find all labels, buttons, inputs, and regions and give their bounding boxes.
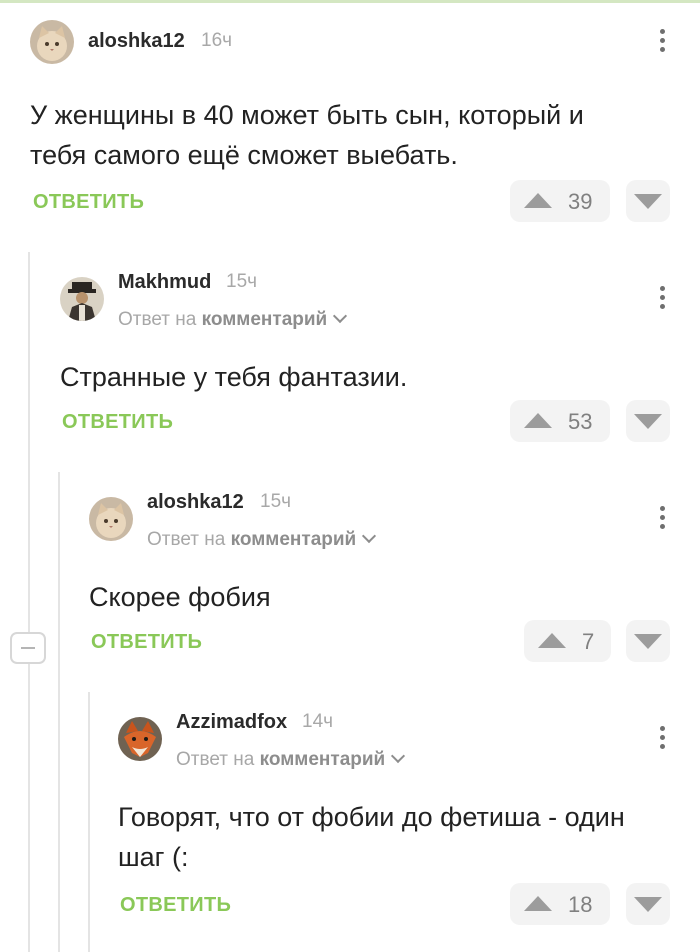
upvote-icon [538, 633, 566, 648]
downvote-icon [634, 634, 662, 649]
reply-to-line: Ответ на комментарий [147, 528, 377, 551]
chevron-down-icon[interactable] [362, 528, 377, 544]
collapse-thread-icon[interactable] [10, 632, 46, 664]
cat-avatar[interactable] [89, 497, 133, 541]
upvote-icon [524, 896, 552, 911]
comment-text: Скорее фобия [89, 577, 271, 617]
author-name[interactable]: aloshka12 [147, 491, 244, 514]
upvote-button[interactable]: 53 [510, 400, 610, 442]
fox-avatar[interactable] [118, 717, 162, 761]
downvote-button[interactable] [626, 620, 670, 662]
comment-time: 15ч [226, 271, 258, 292]
author-name[interactable]: Azzimadfox [176, 711, 287, 734]
downvote-button[interactable] [626, 883, 670, 925]
comment: aloshka12 15ч Ответ на комментарий Скоре… [89, 485, 670, 685]
top-accent-bar [0, 0, 700, 3]
comment: Makhmud 15ч Ответ на комментарий Странны… [60, 265, 670, 465]
reply-prefix: Ответ на [176, 749, 255, 770]
downvote-icon [634, 897, 662, 912]
comment-text-line: Скорее фобия [89, 582, 271, 612]
cat-avatar[interactable] [30, 20, 74, 64]
reply-prefix: Ответ на [147, 529, 226, 550]
reply-to-line: Ответ на комментарий [176, 748, 406, 771]
thread-line-level-2 [58, 472, 60, 952]
reply-to-line: Ответ на комментарий [118, 308, 348, 331]
comment-time: 15ч [260, 491, 292, 512]
author-name[interactable]: Makhmud [118, 271, 211, 294]
downvote-button[interactable] [626, 180, 670, 222]
upvote-button[interactable]: 7 [524, 620, 611, 662]
reply-to-link[interactable]: комментарий [231, 529, 357, 550]
comment-text-line: Говорят, что от фобии до фетиша - один [118, 802, 625, 832]
thread-line-level-1 [28, 252, 30, 952]
comment-text-line: тебя самого ещё сможет выебать. [30, 140, 458, 170]
chevron-down-icon[interactable] [333, 308, 348, 324]
comment-text-line: У женщины в 40 может быть сын, который и [30, 100, 584, 130]
comment-text-line: шаг (: [118, 842, 189, 872]
vote-score: 7 [582, 629, 595, 654]
reply-button[interactable]: ОТВЕТИТЬ [62, 411, 173, 434]
downvote-icon [634, 414, 662, 429]
comment: aloshka12 16ч У женщины в 40 может быть … [30, 18, 670, 228]
reply-button[interactable]: ОТВЕТИТЬ [91, 631, 202, 654]
reply-to-link[interactable]: комментарий [202, 309, 328, 330]
reply-to-link[interactable]: комментарий [260, 749, 386, 770]
downvote-button[interactable] [626, 400, 670, 442]
comment-time: 16ч [201, 30, 233, 51]
chevron-down-icon[interactable] [391, 748, 406, 764]
comment: Azzimadfox 14ч Ответ на комментарий Гово… [118, 705, 670, 945]
more-vertical-icon[interactable] [652, 26, 672, 56]
upvote-button[interactable]: 39 [510, 180, 610, 222]
author-name[interactable]: aloshka12 [88, 30, 185, 53]
vote-score: 18 [568, 892, 593, 917]
comment-text-line: Странные у тебя фантазии. [60, 362, 408, 392]
upvote-icon [524, 413, 552, 428]
thread-line-level-3 [88, 692, 90, 952]
reply-prefix: Ответ на [118, 309, 197, 330]
comment-text: Странные у тебя фантазии. [60, 357, 407, 397]
reply-button[interactable]: ОТВЕТИТЬ [120, 894, 231, 917]
downvote-icon [634, 194, 662, 209]
comment-time: 14ч [302, 711, 334, 732]
more-vertical-icon[interactable] [652, 723, 672, 753]
more-vertical-icon[interactable] [652, 503, 672, 533]
upvote-icon [524, 193, 552, 208]
more-vertical-icon[interactable] [652, 283, 672, 313]
comment-text: Говорят, что от фобии до фетиша - один ш… [118, 797, 625, 877]
man-in-hat-avatar[interactable] [60, 277, 104, 321]
vote-score: 39 [568, 189, 593, 214]
comment-text: У женщины в 40 может быть сын, который и… [30, 95, 584, 175]
reply-button[interactable]: ОТВЕТИТЬ [33, 191, 144, 214]
upvote-button[interactable]: 18 [510, 883, 610, 925]
vote-score: 53 [568, 409, 593, 434]
